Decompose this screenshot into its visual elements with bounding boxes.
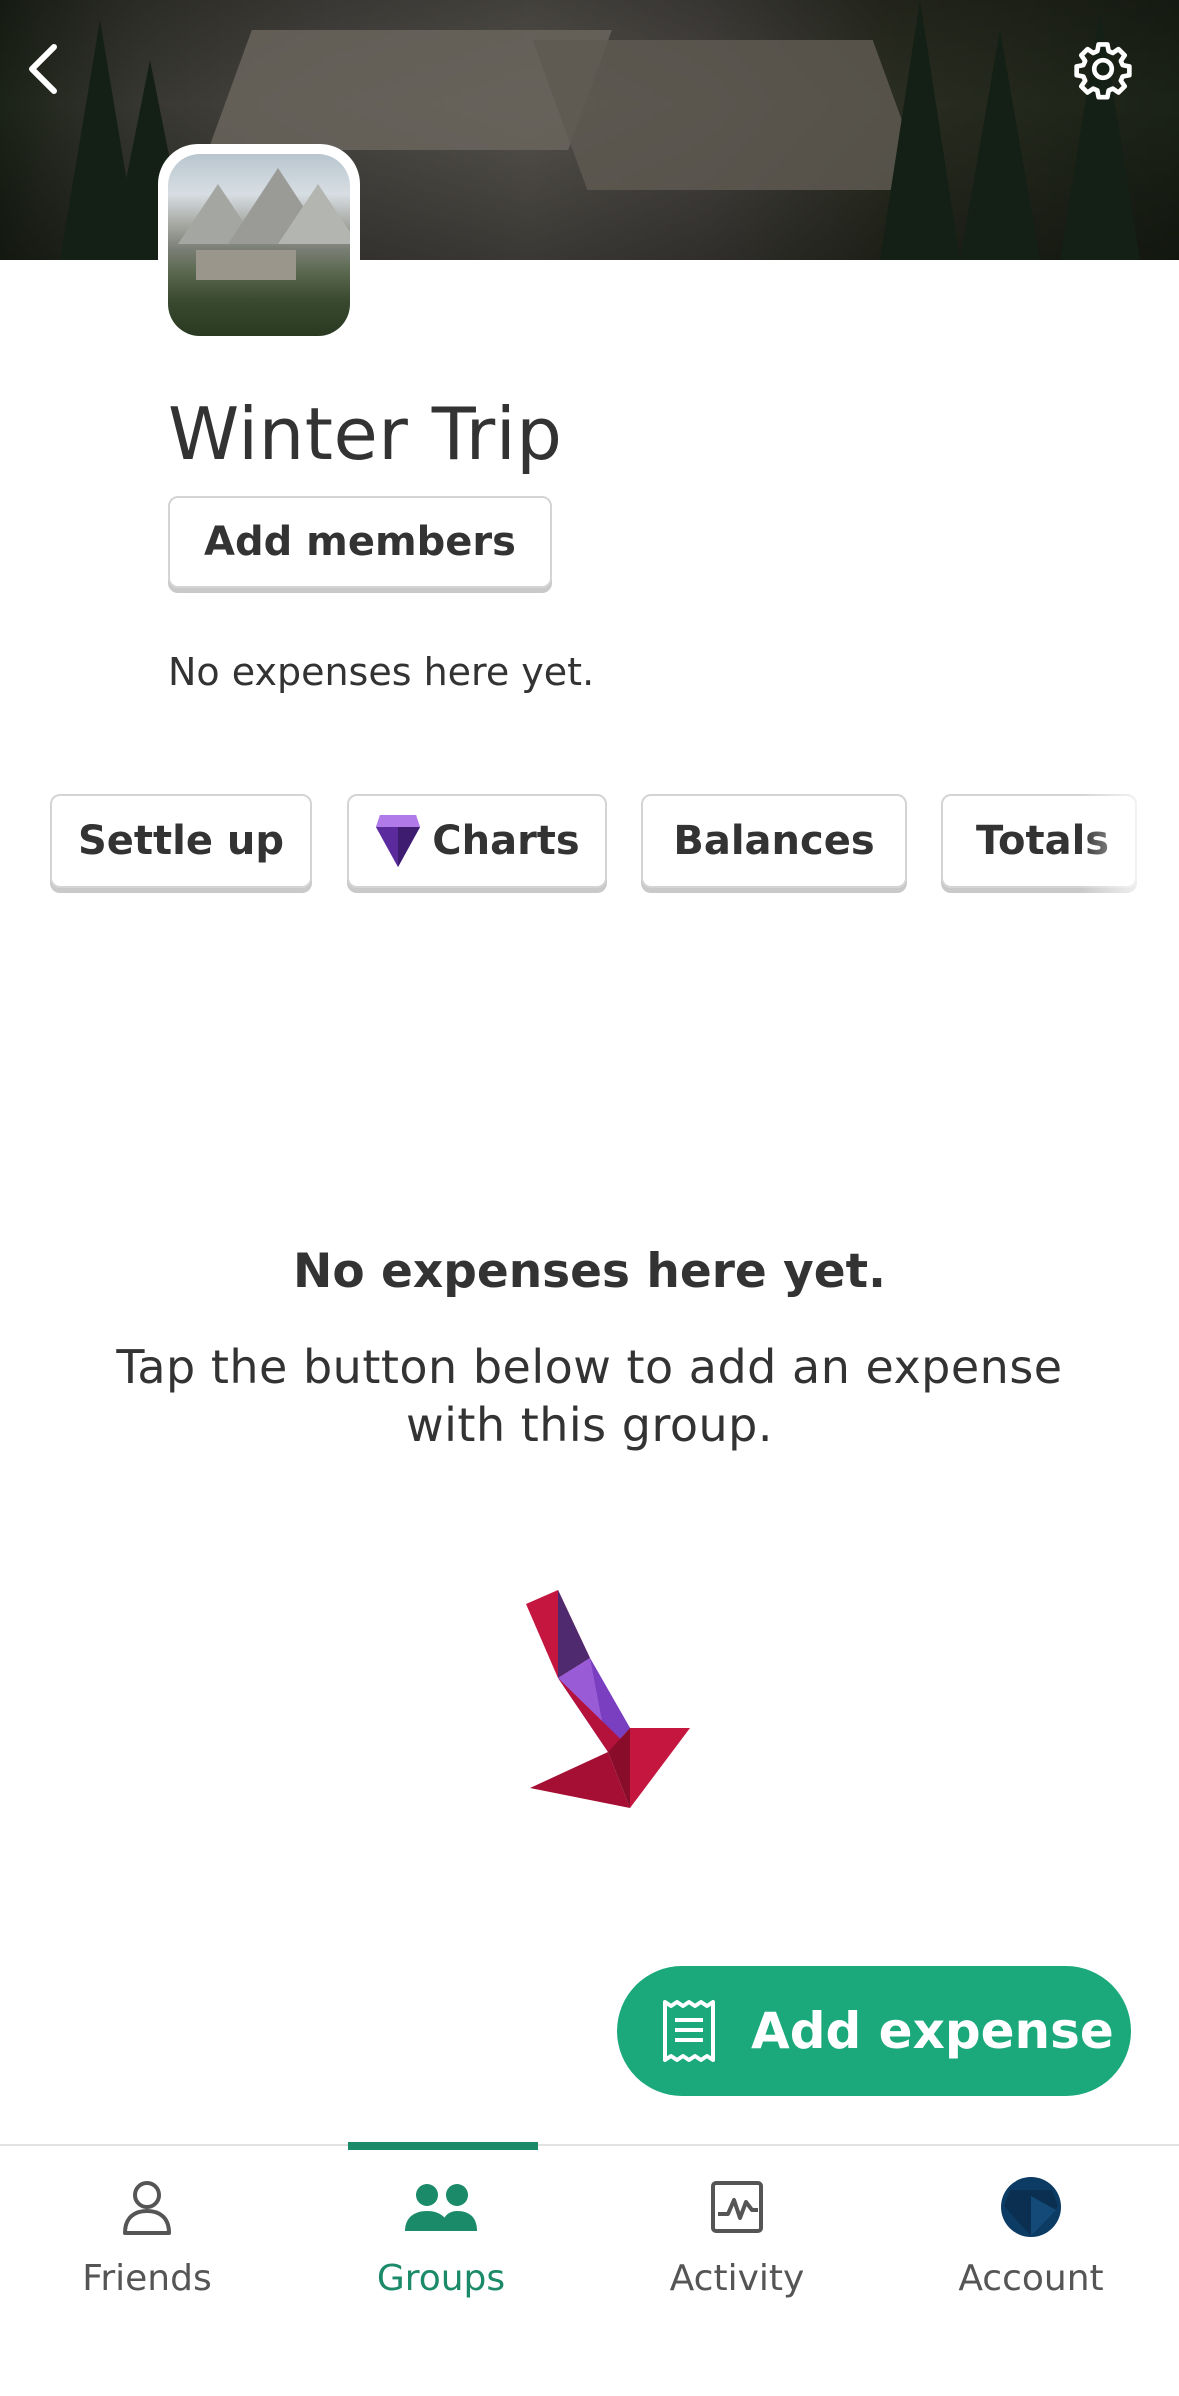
nav-account[interactable]: Account <box>884 2146 1178 2346</box>
nav-friends-label: Friends <box>82 2258 212 2299</box>
avatar <box>1001 2177 1061 2237</box>
group-avatar[interactable] <box>158 144 360 346</box>
group-summary: No expenses here yet. <box>168 650 595 694</box>
add-expense-label: Add expense <box>751 2002 1114 2060</box>
back-button[interactable] <box>14 34 70 104</box>
nav-account-label: Account <box>958 2258 1104 2299</box>
settings-button[interactable] <box>1066 32 1140 106</box>
people-icon <box>405 2184 477 2231</box>
person-icon <box>123 2181 171 2235</box>
cover-tree <box>960 30 1040 260</box>
add-expense-button[interactable]: Add expense <box>617 1966 1131 2096</box>
gear-icon <box>1074 42 1132 100</box>
totals-label: Totals <box>976 818 1110 864</box>
empty-state-heading: No expenses here yet. <box>293 1244 886 1299</box>
photo-lodge <box>196 250 296 280</box>
settle-up-label: Settle up <box>77 818 285 864</box>
balances-label: Balances <box>673 818 875 864</box>
nav-activity[interactable]: Activity <box>590 2146 884 2346</box>
cover-tree <box>880 0 960 260</box>
nav-groups-label: Groups <box>376 2258 506 2299</box>
empty-state-body: Tap the button below to add an expense w… <box>116 1340 1063 1452</box>
photo-mountain <box>278 184 350 244</box>
diamond-icon <box>376 815 421 867</box>
nav-friends[interactable]: Friends <box>0 2146 294 2346</box>
balances-button[interactable]: Balances <box>641 794 907 888</box>
group-title: Winter Trip <box>168 392 563 476</box>
bottom-navigation: Friends Groups Activity Account <box>0 2142 1179 2396</box>
cover-building <box>532 40 928 190</box>
settle-up-button[interactable]: Settle up <box>50 794 312 888</box>
chevron-left-icon <box>29 44 57 94</box>
charts-button[interactable]: Charts <box>347 794 607 888</box>
group-avatar-photo <box>168 154 350 336</box>
nav-activity-label: Activity <box>669 2258 805 2299</box>
charts-label: Charts <box>432 818 580 864</box>
receipt-icon <box>659 1998 719 2064</box>
group-screen: Winter Trip Add members No expenses here… <box>0 0 1179 2396</box>
down-arrow-illustration <box>526 1590 690 1808</box>
add-members-button[interactable]: Add members <box>168 496 552 588</box>
nav-groups[interactable]: Groups <box>294 2146 588 2346</box>
totals-button[interactable]: Totals <box>941 794 1137 888</box>
group-actions: Settle up Charts Balances Totals <box>0 794 1179 904</box>
activity-icon <box>711 2181 763 2233</box>
